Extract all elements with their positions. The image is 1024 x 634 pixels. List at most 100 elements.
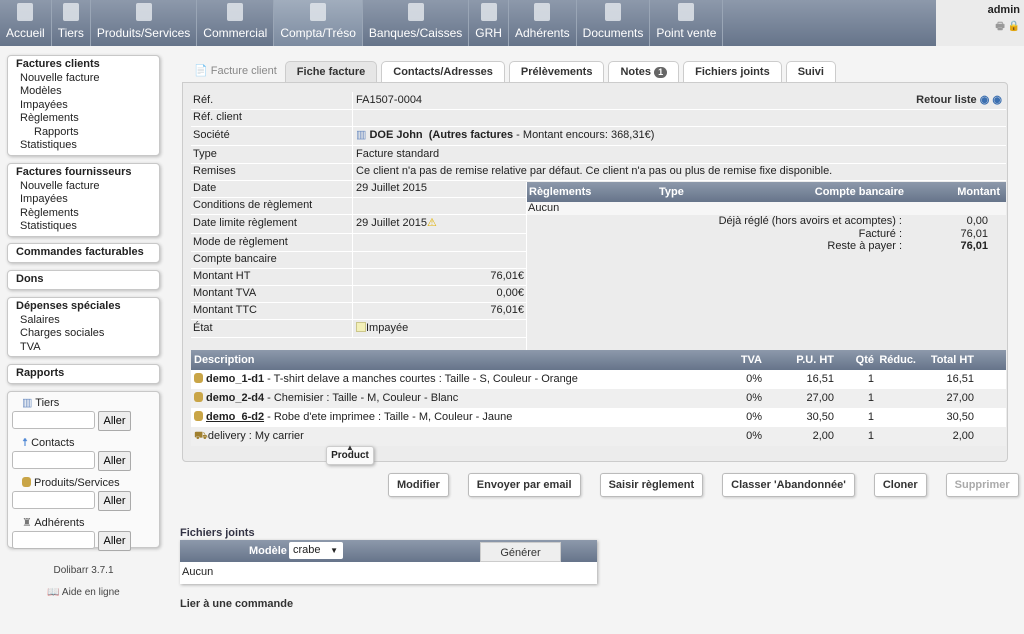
label: Réf. client — [191, 109, 353, 126]
menu-label: Banques/Caisses — [368, 26, 463, 40]
menu-item-produits-services[interactable]: Produits/Services — [91, 0, 198, 46]
row-type: Type Facture standard — [191, 146, 1006, 164]
product-ref-link[interactable]: demo_1-d1 — [206, 373, 264, 385]
product-icon — [194, 373, 203, 383]
label: Réf. — [191, 92, 353, 109]
dropdown-arrow-icon: ▼ — [330, 546, 338, 555]
next-icon[interactable]: ◉ — [992, 94, 1002, 106]
lock-icon[interactable]: 🔒 — [1008, 21, 1020, 32]
line-qty: 1 — [867, 373, 874, 385]
label: État — [191, 319, 353, 337]
sidebar-heading[interactable]: Dépenses spéciales — [16, 300, 151, 314]
menu-item-grh[interactable]: GRH — [469, 0, 509, 46]
sidebar-item[interactable]: Nouvelle facture — [16, 72, 151, 86]
tab-notes[interactable]: Notes 1 — [608, 61, 680, 83]
search-products-input[interactable] — [12, 491, 95, 509]
modify-button[interactable]: Modifier — [388, 473, 449, 497]
classify-abandoned-button[interactable]: Classer 'Abandonnée' — [722, 473, 855, 497]
sidebar-heading[interactable]: Rapports — [16, 367, 151, 381]
back-to-list-link[interactable]: Retour liste ◉ ◉ — [916, 92, 1002, 109]
sidebar-heading[interactable]: Dons — [16, 273, 151, 287]
search-label: Tiers — [35, 397, 60, 409]
invoice-icon: 📄 — [194, 65, 208, 77]
label: Mode de règlement — [191, 234, 353, 251]
sidebar-item[interactable]: TVA — [16, 341, 151, 355]
search-members-input[interactable] — [12, 531, 95, 549]
sidebar-item[interactable]: Charges sociales — [16, 327, 151, 341]
product-ref-link[interactable]: demo_6-d2 — [206, 411, 264, 423]
row-date: Date 29 Juillet 2015 — [191, 180, 526, 198]
tie-icon — [227, 3, 244, 21]
building-icon: ▥ — [22, 397, 33, 409]
model-select[interactable]: crabe ▼ — [289, 542, 343, 559]
send-email-button[interactable]: Envoyer par email — [467, 473, 581, 497]
go-button[interactable]: Aller — [98, 531, 131, 551]
go-button[interactable]: Aller — [98, 411, 131, 431]
previous-icon[interactable]: ◉ — [980, 94, 990, 106]
menu-item-accueil[interactable]: Accueil — [0, 0, 52, 46]
sidebar-item[interactable]: Règlements — [16, 112, 151, 126]
print-icon[interactable]: 🖶 — [995, 21, 1004, 32]
quick-search-box: ▥ Tiers Aller ☨ Contacts Aller Produits/… — [7, 391, 160, 551]
sidebar-item[interactable]: Statistiques — [16, 220, 151, 234]
sidebar-item[interactable]: Impayées — [16, 99, 151, 113]
menu-item-documents[interactable]: Documents — [577, 0, 651, 46]
sidebar-heading[interactable]: Commandes facturables — [16, 246, 151, 260]
go-button[interactable]: Aller — [98, 491, 131, 511]
clone-button[interactable]: Cloner — [873, 473, 927, 497]
menu-item-point-vente[interactable]: Point vente — [650, 0, 724, 46]
tab-contacts[interactable]: Contacts/Adresses — [381, 61, 505, 83]
menu-label: Produits/Services — [96, 26, 191, 40]
payments-header: Règlements Type Compte bancaire Montant — [527, 182, 1006, 202]
sidebar-item[interactable]: Rapports — [16, 126, 151, 140]
col-header: Qté — [855, 354, 874, 366]
row-date-limite: Date limite règlement 29 Juillet 2015⚠ — [191, 214, 526, 234]
row-montant-ht: Montant HT 76,01€ — [191, 268, 526, 286]
search-tiers-input[interactable] — [12, 411, 95, 429]
row-compte: Compte bancaire — [191, 251, 526, 269]
sidebar-item[interactable]: Impayées — [16, 193, 151, 207]
product-ref-link[interactable]: demo_2-d4 — [206, 392, 264, 404]
enter-payment-button[interactable]: Saisir règlement — [599, 473, 704, 497]
company-link[interactable]: DOE John — [369, 129, 422, 141]
row-ref-client: Réf. client — [191, 109, 1006, 127]
tab-fichiers-joints[interactable]: Fichiers joints — [683, 61, 782, 83]
search-contacts-input[interactable] — [12, 451, 95, 469]
sidebar-item[interactable]: Salaires — [16, 314, 151, 328]
table-row: demo_1-d1 - T-shirt delave a manches cou… — [191, 370, 1006, 389]
generate-button[interactable]: Générer — [480, 542, 561, 562]
menu-label: Accueil — [6, 26, 45, 40]
no-payments: Aucun — [527, 202, 1006, 215]
col-header: Description — [194, 354, 255, 366]
value: 29 Juillet 2015 — [356, 217, 427, 229]
top-menu-bar: Accueil Tiers Produits/Services Commercial C… — [0, 0, 1024, 46]
menu-item-adh-rents[interactable]: Adhérents — [509, 0, 577, 46]
line-total: 27,00 — [946, 392, 974, 404]
table-row: demo_6-d2 - Robe d'ete imprimee : Taille… — [191, 408, 1006, 427]
sidebar-item[interactable]: Statistiques — [16, 139, 151, 153]
sidebar-item[interactable]: Nouvelle facture — [16, 180, 151, 194]
menu-item-compta-tr-so[interactable]: Compta/Tréso — [274, 0, 363, 46]
link-order-title: Lier à une commande — [180, 598, 294, 610]
tab-suivi[interactable]: Suivi — [785, 61, 836, 83]
sidebar-heading[interactable]: Factures fournisseurs — [16, 166, 151, 180]
sidebar-item[interactable]: Règlements — [16, 207, 151, 221]
menu-label: Adhérents — [514, 26, 570, 40]
search-label: Contacts — [31, 437, 75, 449]
menu-item-commercial[interactable]: Commercial — [197, 0, 275, 46]
help-link[interactable]: 📖 Aide en ligne — [7, 587, 160, 598]
other-invoices-link[interactable]: (Autres factures — [429, 129, 513, 141]
sidebar-heading[interactable]: Factures clients — [16, 58, 151, 72]
status-badge: Impayée — [366, 322, 409, 334]
go-button[interactable]: Aller — [98, 451, 131, 471]
label: Date limite règlement — [191, 214, 353, 233]
menu-item-tiers[interactable]: Tiers — [52, 0, 91, 46]
tooltip: ▲ Product — [326, 443, 374, 465]
contact-icon: ☨ — [22, 437, 28, 449]
user-name[interactable]: admin — [936, 4, 1020, 16]
sidebar-item[interactable]: Modèles — [16, 85, 151, 99]
tab-prelevements[interactable]: Prélèvements — [508, 61, 605, 83]
menu-item-banques-caisses[interactable]: Banques/Caisses — [363, 0, 470, 46]
sidebar-dons: Dons — [7, 270, 160, 290]
tab-fiche-facture[interactable]: Fiche facture — [284, 61, 378, 83]
